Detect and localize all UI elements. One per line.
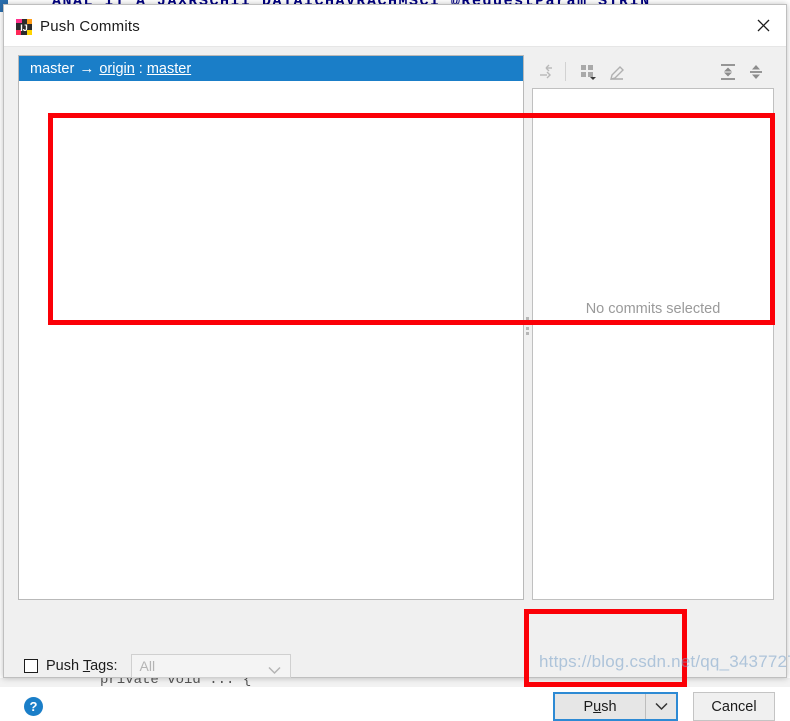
commit-list-pane: master → origin : master [18,55,524,600]
expand-all-icon[interactable] [716,60,740,83]
push-tags-label: Push Tags: [46,658,118,674]
push-commits-dialog: IJ Push Commits master → origin : master [3,4,787,721]
help-button[interactable]: ? [24,697,43,716]
push-tags-checkbox[interactable] [24,659,38,673]
chevron-down-icon [267,662,281,678]
svg-text:IJ: IJ [20,23,28,33]
dialog-titlebar: IJ Push Commits [4,5,786,47]
collapse-all-icon[interactable] [744,60,768,83]
dialog-content: master → origin : master No commits sele… [4,47,786,721]
push-button-label[interactable]: Pu sh [555,694,646,719]
branch-separator: : [138,60,143,77]
edit-icon[interactable] [606,60,630,83]
close-icon[interactable] [740,5,786,46]
show-details-grid-icon[interactable] [576,60,600,83]
push-button[interactable]: Pu sh [553,692,678,721]
arrow-right-icon: → [79,60,95,77]
editor-backdrop-bottom: private void ... { [0,678,790,687]
push-dropdown-chevron-down-icon[interactable] [646,694,676,719]
toolbar-divider [565,62,566,81]
push-tags-select-value: All [139,658,156,674]
branch-selector-row[interactable]: master → origin : master [19,56,523,81]
page-title: Push Commits [40,18,140,35]
branch-remote-link[interactable]: origin [99,61,134,77]
push-tags-row: Push Tags: All [24,654,291,678]
commit-details-panel: No commits selected [532,88,774,600]
push-tags-select[interactable]: All [130,654,291,678]
empty-state-message: No commits selected [585,301,721,317]
details-toolbar [532,55,774,88]
cancel-button[interactable]: Cancel [693,692,775,721]
commit-details-pane: No commits selected [532,55,774,600]
splitter-handle-icon [526,317,530,335]
branch-target-link[interactable]: master [147,61,191,77]
pane-splitter[interactable] [524,55,532,600]
branch-source-label: master [30,60,75,77]
cherry-pick-icon[interactable] [534,60,558,83]
editor-code-line-bottom: private void ... { [100,678,252,687]
intellij-idea-icon: IJ [16,19,32,35]
commit-list[interactable] [19,81,523,599]
